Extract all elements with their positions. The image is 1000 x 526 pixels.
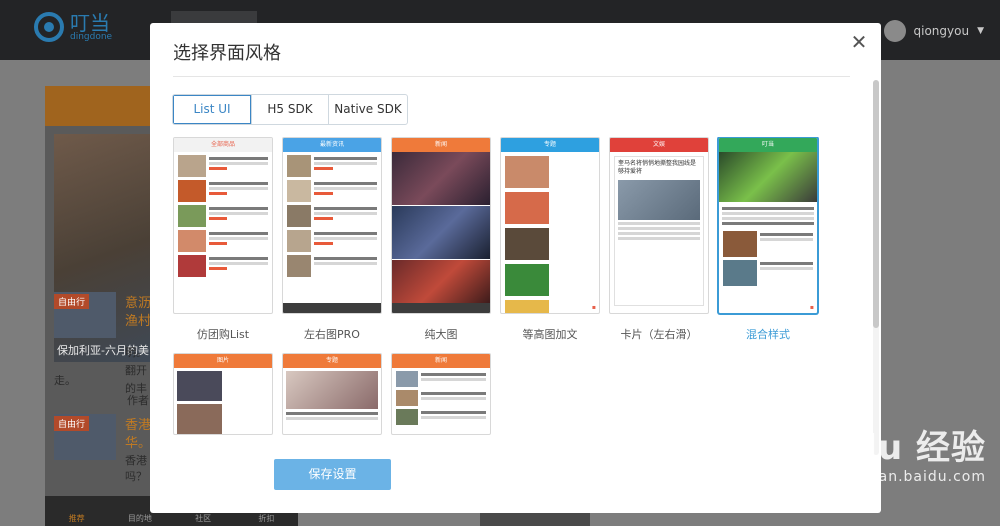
thumb-header: 最新资讯 (283, 138, 381, 152)
logo-subtext: dingdone (70, 31, 113, 42)
style-thumbnail: 叮当 ▪ (718, 137, 818, 314)
divider (173, 76, 850, 77)
style-grid: 全部商品 仿团购List 最新资讯 左右图PRO 新闻 纯大图 专题 ▪ 等高图… (173, 137, 853, 449)
thumb-header: 文娱 (610, 138, 708, 152)
baidu-watermark: Bai du 经验 jingyan.baidu.com (776, 420, 986, 485)
logo-icon (34, 12, 64, 42)
style-label: 仿团购List (196, 328, 250, 341)
user-menu[interactable]: qiongyou ▼ (883, 20, 984, 42)
style-thumbnail: 文娱 奎马名将悄悄地撕整我园线是够持爱将 (609, 137, 709, 314)
caret-down-icon: ▼ (977, 26, 984, 36)
sdk-tab-group: List UI H5 SDK Native SDK (172, 94, 408, 125)
close-icon[interactable]: ✕ (847, 30, 871, 54)
modal-title: 选择界面风格 (173, 43, 281, 64)
style-thumbnail: 全部商品 (173, 137, 273, 314)
background-image-strip (480, 512, 590, 526)
style-label: 混合样式 (746, 328, 790, 341)
watermark-mark: ▪ (809, 304, 814, 311)
logo-text: 叮当 (70, 10, 110, 35)
style-card-news-list[interactable]: 新闻 (391, 353, 491, 447)
feed-meta: 作者 (127, 394, 149, 407)
watermark-main: Bai du 经验 (776, 428, 986, 468)
style-label: 卡片（左右滑） (620, 328, 698, 341)
style-card-group-buy-list[interactable]: 全部商品 仿团购List (173, 137, 273, 342)
thumb-headline: 奎马名将悄悄地撕整我园线是够持爱将 (618, 160, 697, 175)
watermark-sub: jingyan.baidu.com (839, 469, 986, 485)
feed-title-2: 华。 (125, 436, 152, 451)
style-label: 左右图PRO (304, 328, 360, 341)
feed-line: 翻开 (125, 364, 147, 377)
thumb-header: 叮当 (719, 138, 817, 152)
style-thumbnail: 最新资讯 (282, 137, 382, 314)
style-label: 等高图加文 (522, 328, 578, 341)
style-thumbnail: 新闻 (391, 353, 491, 435)
feed-line: 吗？ (125, 470, 147, 483)
style-card-equal-height[interactable]: 专题 ▪ 等高图加文 (500, 137, 600, 342)
style-thumbnail: 专题 (282, 353, 382, 435)
style-card-image[interactable]: 图片 (173, 353, 273, 447)
style-card-left-right-pro[interactable]: 最新资讯 左右图PRO (282, 137, 382, 342)
style-card-mixed[interactable]: 叮当 ▪ 混合样式 (718, 137, 818, 342)
user-name: qiongyou (913, 24, 970, 38)
tab-native-sdk[interactable]: Native SDK (329, 95, 407, 124)
feed-title: 意沥 (125, 296, 152, 311)
feed-tag: 自由行 (54, 416, 90, 431)
feed-line: 香港 (125, 454, 147, 467)
thumb-footer (392, 303, 490, 313)
thumb-header: 全部商品 (174, 138, 272, 152)
feed-line: 明。 (125, 346, 147, 359)
nav-item: 推荐 (68, 514, 85, 523)
save-settings-button[interactable]: 保存设置 (274, 459, 391, 490)
style-thumbnail: 新闻 (391, 137, 491, 314)
modal-scrollbar[interactable] (873, 80, 879, 455)
style-thumbnail: 专题 ▪ (500, 137, 600, 314)
style-card-big-image[interactable]: 新闻 纯大图 (391, 137, 491, 342)
style-picker-modal: 选择界面风格 ✕ List UI H5 SDK Native SDK 全部商品 … (150, 23, 881, 513)
style-card-topic[interactable]: 专题 (282, 353, 382, 447)
app-logo[interactable]: 叮当 dingdone (34, 12, 112, 42)
thumb-header: 专题 (501, 138, 599, 152)
feed-line: 走。 (54, 374, 76, 387)
avatar[interactable] (883, 20, 906, 42)
style-thumbnail: 图片 (173, 353, 273, 435)
thumb-header: 专题 (283, 354, 381, 368)
feed-title-2: 渔村 (125, 314, 152, 329)
thumb-header: 新闻 (392, 138, 490, 152)
feed-tag: 自由行 (54, 294, 90, 309)
tab-h5-sdk[interactable]: H5 SDK (252, 95, 329, 124)
watermark-mark: ▪ (591, 304, 596, 311)
scrollbar-thumb[interactable] (873, 80, 879, 328)
feed-title: 香港 (125, 418, 152, 433)
thumb-footer (283, 303, 381, 313)
style-card-card-swipe[interactable]: 文娱 奎马名将悄悄地撕整我园线是够持爱将 卡片（左右滑） (609, 137, 709, 342)
thumb-header: 图片 (174, 354, 272, 368)
tab-list-ui[interactable]: List UI (173, 95, 252, 124)
thumb-header: 新闻 (392, 354, 490, 368)
style-label: 纯大图 (424, 328, 458, 341)
